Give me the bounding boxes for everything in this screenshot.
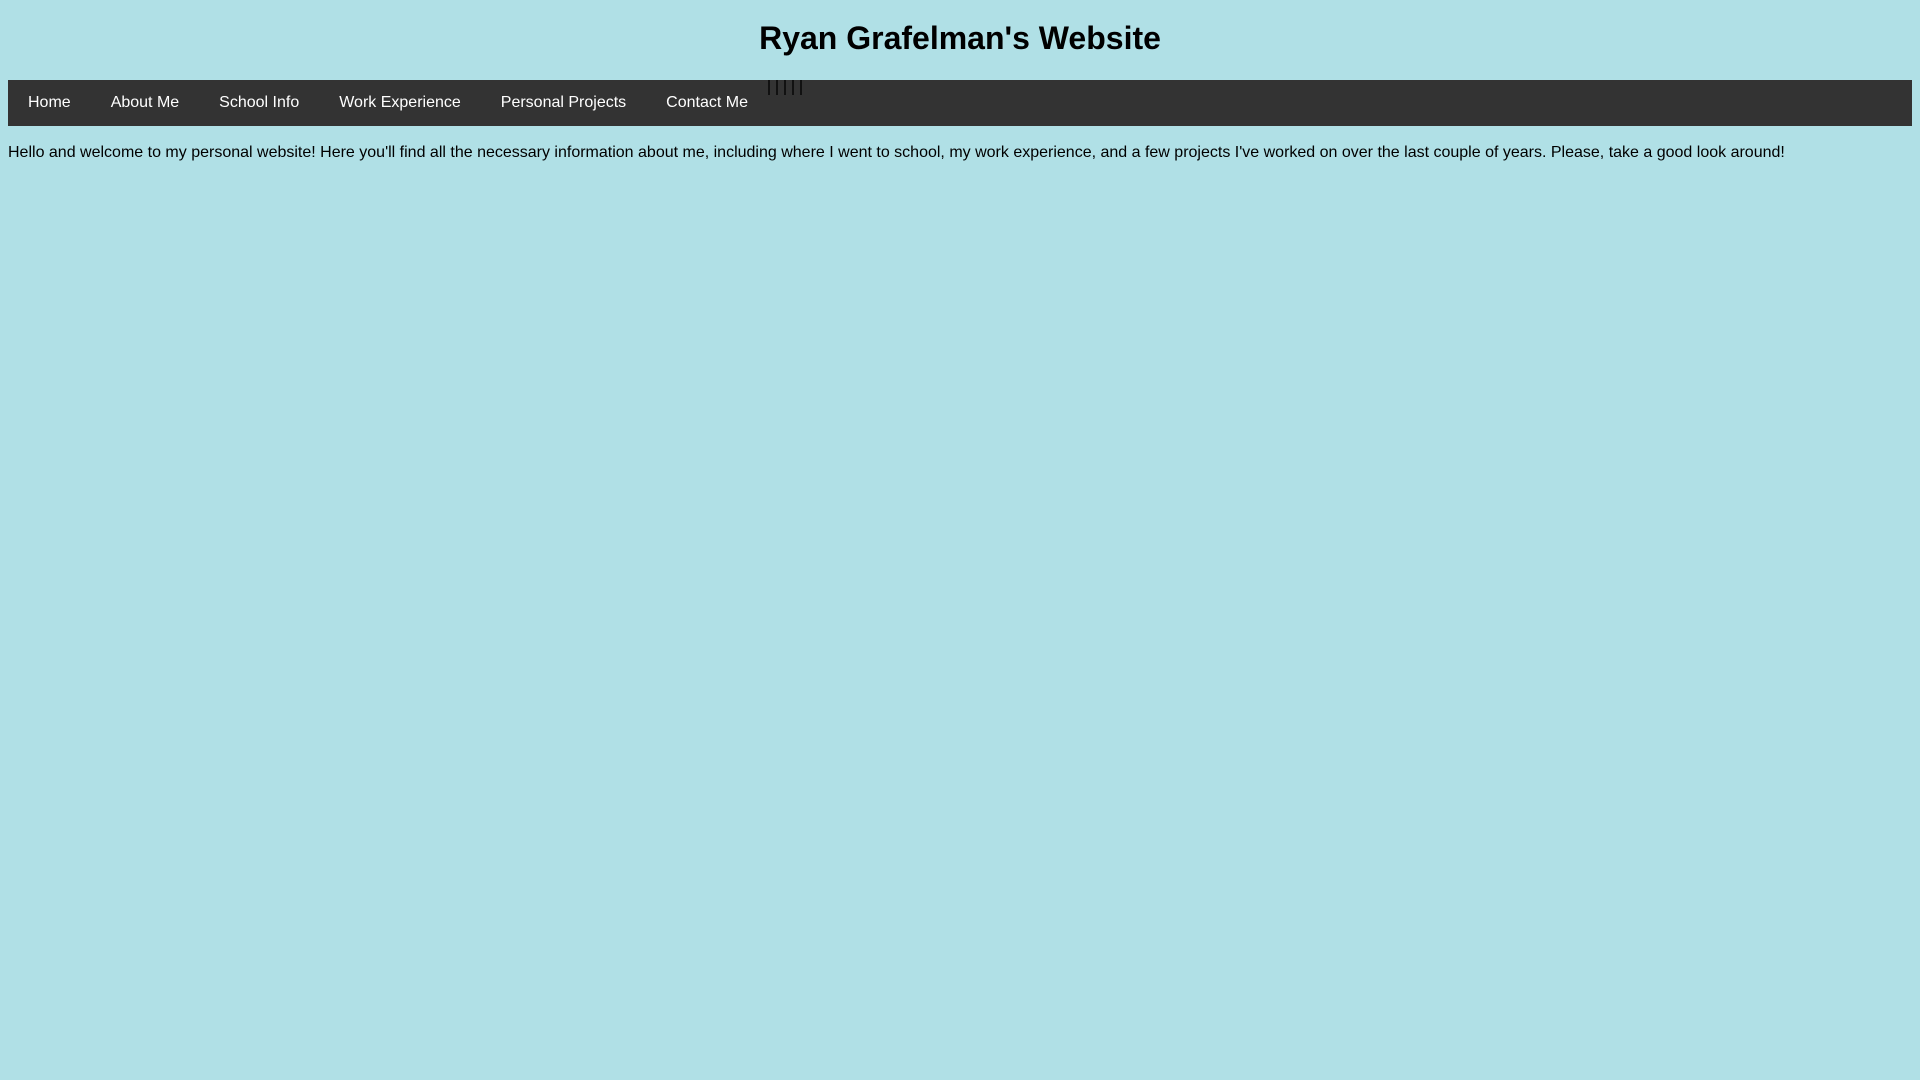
nav-separator <box>792 80 794 95</box>
nav-separator <box>784 80 786 95</box>
nav-item-about-me[interactable]: About Me <box>91 80 199 126</box>
nav-item-school-info[interactable]: School Info <box>199 80 319 126</box>
nav-separators <box>768 80 802 96</box>
nav-item-work-experience[interactable]: Work Experience <box>319 80 481 126</box>
nav-separator <box>776 80 778 95</box>
page: Ryan Grafelman's Website Home About Me S… <box>0 0 1920 163</box>
nav-item-personal-projects[interactable]: Personal Projects <box>481 80 646 126</box>
nav-separator <box>768 80 770 95</box>
intro-text: Hello and welcome to my personal website… <box>8 144 1785 161</box>
site-title: Ryan Grafelman's Website <box>759 20 1161 56</box>
nav-bar: Home About Me School Info Work Experienc… <box>8 80 1912 126</box>
nav-separator <box>800 80 802 95</box>
nav-item-home[interactable]: Home <box>8 80 91 126</box>
nav-item-contact-me[interactable]: Contact Me <box>646 80 768 126</box>
